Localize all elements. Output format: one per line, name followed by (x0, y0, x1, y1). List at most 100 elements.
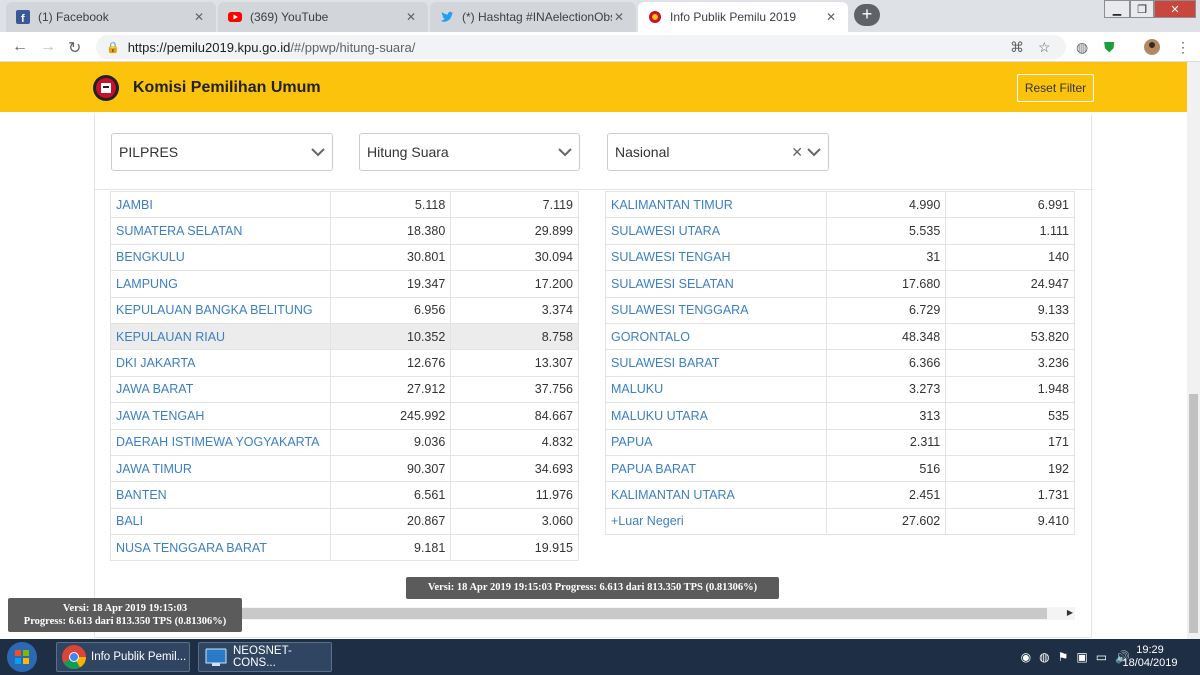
close-window-button[interactable]: ✕ (1154, 0, 1196, 18)
close-icon[interactable]: ✕ (612, 10, 626, 24)
votes-candidate-1: 17.680 (825, 270, 947, 298)
votes-candidate-1: 27.912 (329, 375, 452, 404)
tab-youtube[interactable]: (369) YouTube ✕ (218, 2, 428, 32)
forward-arrow-icon[interactable]: → (40, 38, 56, 56)
table-row[interactable]: BANTEN 6.561 11.976 (110, 481, 579, 509)
table-row[interactable]: GORONTALO 48.348 53.820 (605, 322, 1075, 351)
province-name[interactable]: KALIMANTAN TIMUR (605, 190, 827, 219)
minimize-button[interactable]: ▁ (1104, 0, 1130, 18)
province-name[interactable]: BANTEN (110, 481, 331, 509)
table-row[interactable]: SULAWESI TENGAH 31 140 (605, 243, 1075, 272)
shield-icon[interactable]: ⛊ (1104, 39, 1115, 56)
table-row[interactable]: KALIMANTAN UTARA 2.451 1.731 (605, 481, 1075, 509)
province-name[interactable]: SULAWESI SELATAN (605, 270, 827, 298)
province-name[interactable]: JAWA BARAT (110, 375, 331, 404)
table-row[interactable]: DKI JAKARTA 12.676 13.307 (110, 349, 579, 377)
province-name[interactable]: DKI JAKARTA (110, 349, 331, 377)
province-name[interactable]: SULAWESI TENGGARA (605, 296, 827, 324)
close-icon[interactable]: ✕ (192, 10, 206, 24)
table-row[interactable]: DAERAH ISTIMEWA YOGYAKARTA 9.036 4.832 (110, 428, 579, 456)
table-row[interactable]: LAMPUNG 19.347 17.200 (110, 270, 579, 298)
province-name[interactable]: PAPUA (605, 428, 827, 456)
browser-toolbar: ← → ↻ 🔒 https://pemilu2019.kpu.go.id/#/p… (0, 32, 1200, 62)
table-row[interactable]: KEPULAUAN BANGKA BELITUNG 6.956 3.374 (110, 296, 579, 324)
start-button[interactable] (2, 639, 42, 675)
globe-icon[interactable]: ◍ (1076, 39, 1088, 56)
table-row[interactable]: JAWA TIMUR 90.307 34.693 (110, 454, 579, 483)
results-table-left: JAMBI 5.118 7.119 SUMATERA SELATAN 18.380 29.… (110, 190, 579, 562)
province-name[interactable]: BENGKULU (110, 243, 331, 272)
avatar[interactable] (1144, 39, 1160, 58)
address-bar[interactable]: 🔒 https://pemilu2019.kpu.go.id/#/ppwp/hi… (96, 35, 1066, 59)
table-row[interactable]: SULAWESI TENGGARA 6.729 9.133 (605, 296, 1075, 324)
province-name[interactable]: SUMATERA SELATAN (110, 217, 331, 245)
table-row[interactable]: MALUKU UTARA 313 535 (605, 402, 1075, 430)
table-row[interactable]: JAWA BARAT 27.912 37.756 (110, 375, 579, 404)
province-name[interactable]: JAWA TENGAH (110, 402, 331, 430)
taskbar-item-chrome[interactable]: Info Publik Pemil... (56, 642, 190, 672)
province-name[interactable]: KALIMANTAN UTARA (605, 481, 827, 509)
province-name[interactable]: DAERAH ISTIMEWA YOGYAKARTA (110, 428, 331, 456)
steam-icon[interactable]: ◉ (1021, 650, 1031, 664)
table-row[interactable]: PAPUA BARAT 516 192 (605, 454, 1075, 483)
table-row[interactable]: JAMBI 5.118 7.119 (110, 190, 579, 219)
clear-icon[interactable]: ✕ (791, 144, 803, 161)
tab-title: (*) Hashtag #INAelectionObserve (462, 10, 612, 24)
province-name[interactable]: GORONTALO (605, 322, 827, 351)
table-row[interactable]: MALUKU 3.273 1.948 (605, 375, 1075, 404)
network-status-icon[interactable]: ◍ (1039, 650, 1049, 664)
table-row[interactable]: SULAWESI BARAT 6.366 3.236 (605, 349, 1075, 377)
province-name[interactable]: KEPULAUAN RIAU (110, 322, 331, 351)
maximize-button[interactable]: ❐ (1130, 0, 1154, 18)
monitor-icon[interactable]: ▭ (1096, 650, 1107, 664)
antivirus-icon[interactable]: ▣ (1076, 650, 1087, 664)
table-row[interactable]: NUSA TENGGARA BARAT 9.181 19.915 (110, 534, 579, 562)
kpu-icon (648, 10, 662, 24)
table-row[interactable]: PAPUA 2.311 171 (605, 428, 1075, 456)
menu-icon[interactable]: ⋮ (1176, 39, 1190, 56)
region-select[interactable]: Nasional ✕ (607, 133, 829, 171)
province-name[interactable]: +Luar Negeri (605, 507, 827, 536)
province-name[interactable]: MALUKU UTARA (605, 402, 827, 430)
table-row[interactable]: KALIMANTAN TIMUR 4.990 6.991 (605, 190, 1075, 219)
tab-info-publik[interactable]: Info Publik Pemilu 2019 ✕ (638, 2, 848, 32)
table-row[interactable]: SULAWESI SELATAN 17.680 24.947 (605, 270, 1075, 298)
close-icon[interactable]: ✕ (824, 10, 838, 24)
taskbar-clock[interactable]: 19:29 18/04/2019 (1120, 644, 1180, 670)
scrollbar-thumb[interactable] (1189, 394, 1198, 633)
election-select[interactable]: PILPRES (111, 133, 333, 171)
table-row[interactable]: BENGKULU 30.801 30.094 (110, 243, 579, 272)
province-name[interactable]: NUSA TENGGARA BARAT (110, 534, 331, 562)
province-name[interactable]: LAMPUNG (110, 270, 331, 298)
province-name[interactable]: KEPULAUAN BANGKA BELITUNG (110, 296, 331, 324)
table-row[interactable]: +Luar Negeri 27.602 9.410 (605, 507, 1075, 536)
new-tab-button[interactable]: + (854, 4, 880, 26)
star-icon[interactable]: ☆ (1038, 39, 1051, 56)
province-name[interactable]: MALUKU (605, 375, 827, 404)
tab-facebook[interactable]: f (1) Facebook ✕ (6, 2, 216, 32)
reload-icon[interactable]: ↻ (68, 38, 81, 58)
back-arrow-icon[interactable]: ← (12, 38, 28, 56)
reset-filter-button[interactable]: Reset Filter (1017, 74, 1094, 102)
province-name[interactable]: JAMBI (110, 190, 331, 219)
close-icon[interactable]: ✕ (404, 10, 418, 24)
scroll-right-arrow-icon[interactable]: ▶ (1067, 608, 1073, 617)
table-row[interactable]: SUMATERA SELATAN 18.380 29.899 (110, 217, 579, 245)
table-row[interactable]: BALI 20.867 3.060 (110, 507, 579, 536)
translate-icon[interactable]: ⌘ (1010, 39, 1024, 56)
mode-select[interactable]: Hitung Suara (359, 133, 580, 171)
province-name[interactable]: SULAWESI TENGAH (605, 243, 827, 272)
tab-title: (369) YouTube (250, 10, 329, 24)
flag-icon[interactable]: ⚑ (1058, 650, 1069, 664)
province-name[interactable]: BALI (110, 507, 331, 536)
province-name[interactable]: PAPUA BARAT (605, 454, 827, 483)
tab-twitter[interactable]: (*) Hashtag #INAelectionObserve ✕ (430, 2, 636, 32)
table-row[interactable]: KEPULAUAN RIAU 10.352 8.758 (110, 322, 579, 351)
province-name[interactable]: SULAWESI BARAT (605, 349, 827, 377)
page-scrollbar[interactable] (1187, 62, 1200, 639)
province-name[interactable]: JAWA TIMUR (110, 454, 331, 483)
taskbar-item-remote-desktop[interactable]: NEOSNET-CONS... (198, 642, 332, 672)
table-row[interactable]: JAWA TENGAH 245.992 84.667 (110, 402, 579, 430)
province-name[interactable]: SULAWESI UTARA (605, 217, 827, 245)
table-row[interactable]: SULAWESI UTARA 5.535 1.111 (605, 217, 1075, 245)
